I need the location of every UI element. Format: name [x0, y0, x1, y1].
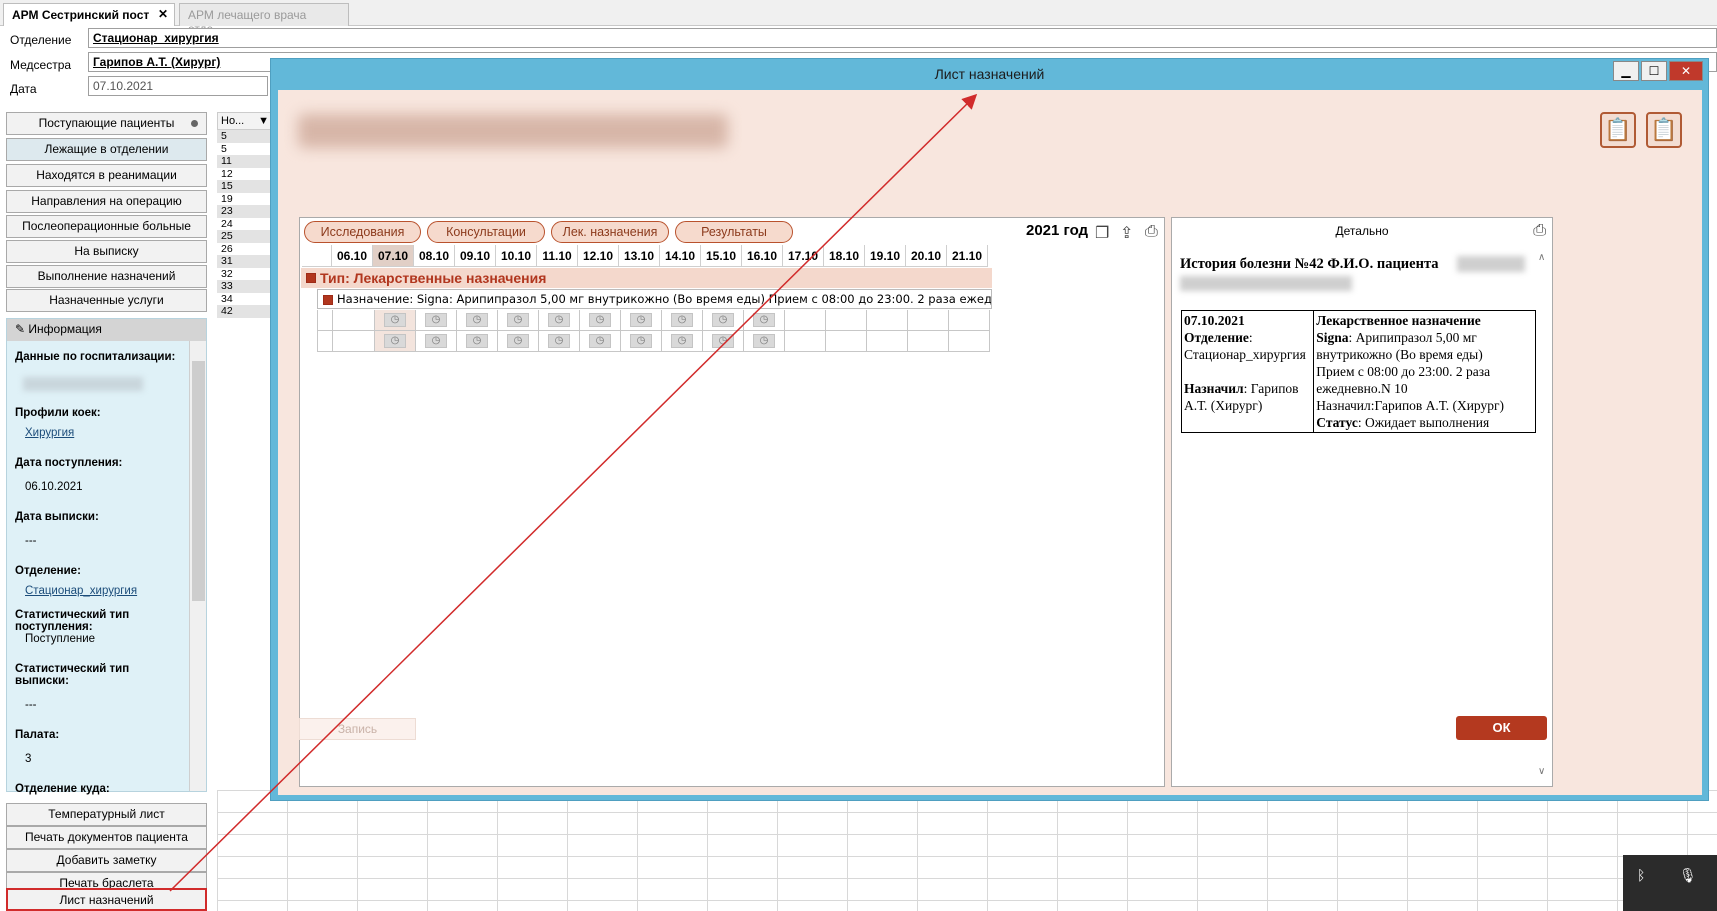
annotation-arrow — [169, 93, 978, 892]
microphone-icon[interactable]: 🎙 — [1679, 867, 1697, 884]
system-tray: ᛒ 🎙 — [1623, 855, 1717, 911]
bluetooth-icon[interactable]: ᛒ — [1637, 867, 1645, 883]
